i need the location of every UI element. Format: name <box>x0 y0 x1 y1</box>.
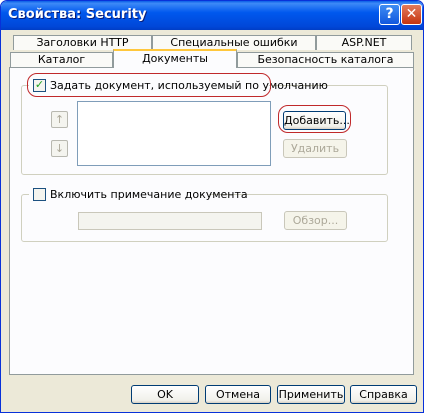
default-documents-list[interactable] <box>77 101 271 166</box>
question-mark-icon: ? <box>385 6 394 22</box>
move-up-button[interactable]: ↑ <box>51 111 68 128</box>
tab-aspnet[interactable]: ASP.NET <box>316 35 412 50</box>
tab-custom-errors[interactable]: Специальные ошибки <box>152 35 316 50</box>
apply-button[interactable]: Применить <box>277 385 345 404</box>
properties-dialog: Свойства: Security ? ✕ Заголовки HTTP Сп… <box>0 0 424 413</box>
browse-button[interactable]: Обзор... <box>284 211 347 230</box>
remove-document-button[interactable]: Удалить <box>283 139 347 158</box>
default-document-label[interactable]: Задать документ, используемый по умолчан… <box>50 79 328 92</box>
document-footer-path-input[interactable] <box>78 212 262 230</box>
tab-directory-security[interactable]: Безопасность каталога <box>237 52 414 67</box>
help-title-button[interactable]: ? <box>379 4 400 25</box>
ok-button[interactable]: OK <box>131 385 199 404</box>
document-footer-checkbox[interactable] <box>33 188 46 201</box>
title-bar[interactable]: Свойства: Security ? ✕ <box>1 1 423 30</box>
cancel-button[interactable]: Отмена <box>205 385 271 404</box>
close-button[interactable]: ✕ <box>401 4 422 25</box>
arrow-up-icon: ↑ <box>54 113 65 126</box>
tab-documents[interactable]: Документы <box>113 49 237 68</box>
close-icon: ✕ <box>405 6 418 22</box>
add-document-button[interactable]: Добавить... <box>283 111 350 130</box>
move-down-button[interactable]: ↓ <box>51 140 68 157</box>
help-button[interactable]: Справка <box>350 385 417 404</box>
arrow-down-icon: ↓ <box>54 142 65 155</box>
default-document-checkbox[interactable]: ✓ <box>33 79 46 92</box>
tab-http-headers[interactable]: Заголовки HTTP <box>13 35 152 50</box>
window-title: Свойства: Security <box>8 7 147 22</box>
document-footer-label[interactable]: Включить примечание документа <box>50 188 248 201</box>
checkmark-icon: ✓ <box>34 78 45 91</box>
tab-directory[interactable]: Каталог <box>10 52 113 67</box>
